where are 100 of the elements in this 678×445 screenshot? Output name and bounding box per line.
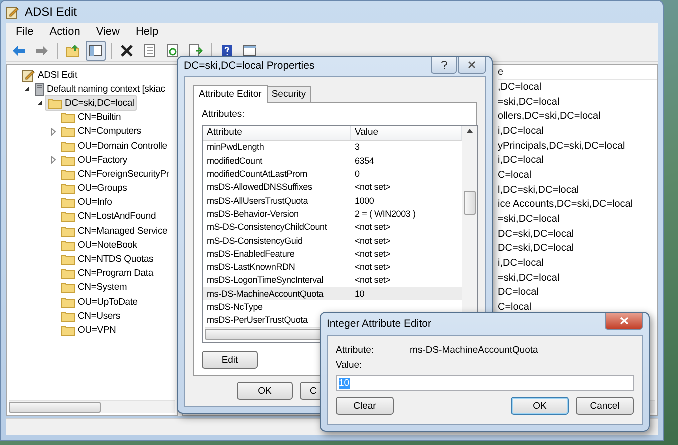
tree-item[interactable]: CN=Users xyxy=(58,308,124,324)
tree-item[interactable]: CN=System xyxy=(58,280,130,296)
table-cell-text: 0 xyxy=(354,168,360,181)
folder-icon xyxy=(61,140,75,152)
table-row[interactable]: msDS-NcType xyxy=(203,300,462,314)
tree-item[interactable]: CN=LostAndFound xyxy=(58,208,160,225)
tree-item[interactable]: OU=NoteBook xyxy=(58,237,140,254)
tree-item[interactable]: OU=Groups xyxy=(58,180,130,197)
tree-item[interactable]: CN=Managed Service xyxy=(58,223,171,240)
properties-icon xyxy=(143,44,157,58)
folder-icon xyxy=(61,211,75,222)
close-button[interactable] xyxy=(605,313,643,330)
folder-icon xyxy=(61,324,75,336)
table-row[interactable]: msDS-EnabledFeature <not set> xyxy=(203,247,462,261)
scroll-thumb[interactable] xyxy=(464,190,476,215)
edit-button[interactable]: Edit xyxy=(202,351,258,369)
tab[interactable]: Security xyxy=(266,86,312,103)
dialog-button[interactable]: OK xyxy=(511,397,569,415)
tab[interactable]: Attribute Editor xyxy=(193,84,268,103)
expand-triangle-icon[interactable] xyxy=(37,100,43,106)
tree-item[interactable]: OU=Domain Controlle xyxy=(58,138,170,154)
table-row[interactable]: minPwdLength 3 xyxy=(203,140,462,154)
attribute-label: Attribute: xyxy=(336,345,374,356)
table-row[interactable]: ms-DS-MachineAccountQuota 10 xyxy=(203,287,462,300)
folder-icon xyxy=(61,254,75,266)
menu-item[interactable]: File xyxy=(10,26,40,38)
list-item[interactable]: yPrincipals,DC=ski,DC=local xyxy=(498,138,657,154)
list-item[interactable]: DC=local xyxy=(498,286,657,300)
list-item[interactable]: i,DC=local xyxy=(498,256,657,271)
tree-item[interactable]: DC=ski,DC=local xyxy=(45,95,138,112)
expand-triangle-icon[interactable] xyxy=(24,86,30,92)
folder-icon xyxy=(61,282,75,294)
tree-item[interactable]: Default naming context [skiac xyxy=(32,81,168,98)
column-header[interactable]: Value xyxy=(351,126,462,141)
folder-icon xyxy=(61,154,75,166)
tree-item[interactable]: CN=Program Data xyxy=(58,266,156,282)
dialog-button[interactable]: Clear xyxy=(336,397,394,415)
export-list-icon xyxy=(189,44,203,58)
list-item[interactable]: =ski,DC=local xyxy=(498,270,657,286)
table-cell-text: <not set> xyxy=(354,221,391,234)
list-item[interactable]: C=local xyxy=(498,168,657,183)
table-row[interactable]: modifiedCount 6354 xyxy=(203,154,462,168)
list-item[interactable]: l,DC=ski,DC=local xyxy=(498,182,657,198)
table-cell-text: <not set> xyxy=(354,274,391,288)
tree-item[interactable]: CN=Computers xyxy=(58,124,144,140)
list-item[interactable]: ollers,DC=ski,DC=local xyxy=(498,109,657,124)
list-item[interactable]: i,DC=local xyxy=(498,153,657,168)
table-row[interactable]: mS-DS-ConsistencyChildCount <not set> xyxy=(203,220,462,234)
close-button[interactable] xyxy=(458,57,486,74)
help-button[interactable] xyxy=(431,57,457,74)
table-cell-text: ms-DS-MachineAccountQuota xyxy=(206,288,324,300)
table-row[interactable]: msDS-Behavior-Version 2 = ( WIN2003 ) xyxy=(203,207,462,221)
toolbar-button[interactable] xyxy=(86,40,106,60)
table-cell-text: 3 xyxy=(354,141,360,154)
table-cell-text: 6354 xyxy=(354,154,374,168)
list-item[interactable]: i,DC=local xyxy=(498,124,657,139)
table-row[interactable]: msDS-LastKnownRDN <not set> xyxy=(203,260,462,274)
list-item[interactable]: ,DC=local xyxy=(498,80,657,95)
column-header[interactable]: e xyxy=(498,65,657,80)
tree-item[interactable]: CN=NTDS Quotas xyxy=(58,252,157,268)
list-item[interactable]: =ski,DC=local xyxy=(498,94,657,110)
forward-arrow-icon xyxy=(35,44,49,58)
ok-button[interactable]: OK xyxy=(237,382,293,400)
table-row[interactable]: msDS-LogonTimeSyncInterval <not set> xyxy=(203,274,462,288)
folder-icon xyxy=(61,268,75,280)
tree-item[interactable]: OU=UpToDate xyxy=(58,294,141,310)
menu-item[interactable]: Action xyxy=(44,26,86,38)
help-icon xyxy=(220,44,234,58)
folder-icon xyxy=(61,126,75,138)
table-row[interactable]: modifiedCountAtLastProm 0 xyxy=(203,167,462,181)
server-icon xyxy=(35,82,44,96)
close-icon xyxy=(620,317,628,325)
tree-item[interactable]: OU=Info xyxy=(58,194,116,211)
value-label: Value: xyxy=(336,360,364,371)
table-cell-text: msDS-AllowedDNSSuffixes xyxy=(206,181,312,194)
list-item[interactable]: ice Accounts,DC=ski,DC=local xyxy=(498,198,657,212)
tree-item[interactable]: CN=Builtin xyxy=(58,110,124,126)
horizontal-scrollbar[interactable] xyxy=(9,400,175,413)
table-row[interactable]: mS-DS-ConsistencyGuid <not set> xyxy=(203,234,462,248)
list-item[interactable]: =ski,DC=local xyxy=(498,212,657,227)
tree-item[interactable]: OU=Factory xyxy=(58,152,130,168)
table-cell-text: modifiedCount xyxy=(206,154,262,168)
notepad-pencil-icon xyxy=(6,6,19,18)
menu-item[interactable]: Help xyxy=(130,26,165,38)
tree-item[interactable]: OU=VPN xyxy=(58,322,120,338)
collapse-triangle-icon[interactable] xyxy=(50,128,56,136)
menu-item[interactable]: View xyxy=(90,26,126,38)
list-item[interactable]: C=local xyxy=(498,300,657,315)
tree-item[interactable]: CN=ForeignSecurityPr xyxy=(58,166,172,182)
help-icon xyxy=(440,60,448,70)
dialog-button[interactable]: Cancel xyxy=(576,397,634,415)
list-item[interactable]: DC=ski,DC=local xyxy=(498,242,657,256)
table-cell-text: msDS-AllUsersTrustQuota xyxy=(206,194,308,208)
table-cell-text: 2 = ( WIN2003 ) xyxy=(354,208,416,221)
table-row[interactable]: msDS-AllowedDNSSuffixes <not set> xyxy=(203,180,462,194)
column-header[interactable]: Attribute xyxy=(203,126,351,141)
tree-item[interactable]: ADSI Edit xyxy=(19,67,80,84)
table-row[interactable]: msDS-AllUsersTrustQuota 1000 xyxy=(203,194,462,208)
collapse-triangle-icon[interactable] xyxy=(50,156,56,164)
list-item[interactable]: DC=ski,DC=local xyxy=(498,226,657,242)
